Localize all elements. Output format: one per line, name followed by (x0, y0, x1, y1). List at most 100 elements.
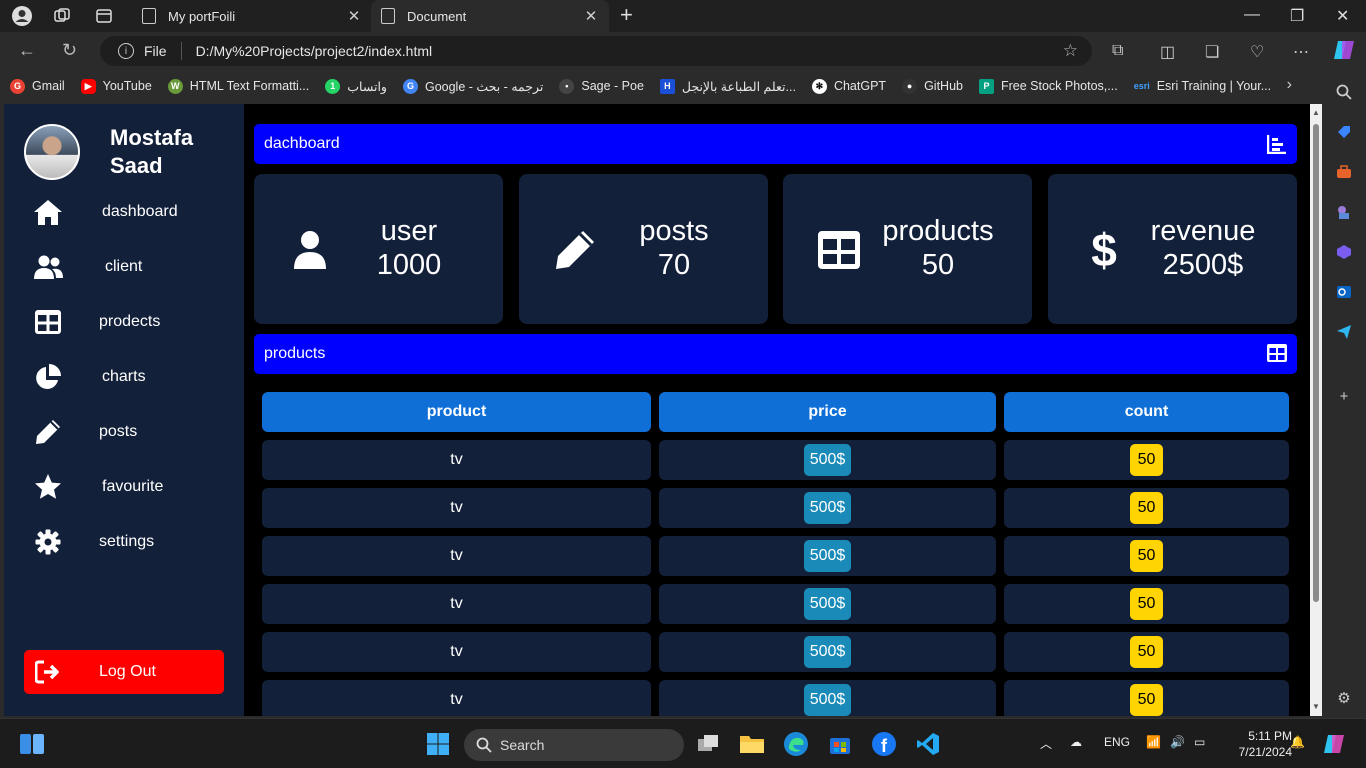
sidebar-item-charts[interactable]: charts (4, 357, 244, 397)
back-icon[interactable]: ← (18, 40, 36, 61)
page-icon (142, 8, 156, 24)
column-header-count[interactable]: count (1004, 392, 1289, 432)
price-cell: 500$ (659, 488, 996, 528)
tab-document[interactable]: Document ✕ (371, 0, 609, 32)
edge-sidebar: + ⚙ (1322, 70, 1366, 718)
scroll-down-icon[interactable]: ▼ (1312, 702, 1320, 711)
column-header-price[interactable]: price (659, 392, 996, 432)
sidebar-item-favourite[interactable]: favourite (4, 467, 244, 507)
minimize-icon[interactable]: — (1244, 6, 1260, 24)
taskbar-search[interactable]: Search (464, 729, 684, 761)
vscode-icon[interactable] (914, 730, 942, 758)
bookmark-github[interactable]: ● GitHub (902, 78, 963, 94)
collections-icon[interactable]: ❏ (1205, 42, 1219, 62)
copilot-icon[interactable] (1332, 38, 1356, 67)
tab-label: My portFoili (168, 8, 236, 24)
notifications-icon[interactable]: 🔔 (1290, 735, 1305, 749)
shopping-tag-icon[interactable] (1334, 122, 1354, 142)
scroll-up-icon[interactable]: ▲ (1312, 108, 1320, 117)
store-icon[interactable] (826, 730, 854, 758)
table-row: tv 500$ 50 (262, 584, 1289, 624)
address-bar[interactable]: i File D:/My%20Projects/project2/index.h… (100, 36, 1092, 66)
sidebar-item-posts[interactable]: posts (4, 412, 244, 452)
language-indicator[interactable]: ENG (1104, 735, 1130, 749)
wifi-icon[interactable]: 📶 (1146, 735, 1161, 749)
microsoft365-icon[interactable] (1334, 242, 1354, 262)
sidebar-item-settings[interactable]: settings (4, 522, 244, 562)
bookmark-stock-photos[interactable]: P Free Stock Photos,... (978, 78, 1118, 94)
tools-icon[interactable] (1334, 162, 1354, 182)
url-text[interactable]: D:/My%20Projects/project2/index.html (196, 43, 433, 59)
settings-gear-icon[interactable]: ⚙ (1334, 688, 1354, 708)
count-badge: 50 (1129, 492, 1164, 524)
restore-icon[interactable]: ❐ (1290, 6, 1304, 26)
file-explorer-icon[interactable] (738, 730, 766, 758)
task-view-icon[interactable] (694, 730, 722, 758)
product-cell: tv (262, 488, 651, 528)
extensions-icon[interactable]: ⧉ (1112, 42, 1123, 60)
favorite-star-icon[interactable]: ☆ (1063, 41, 1078, 61)
split-screen-icon[interactable]: ◫ (1160, 42, 1175, 62)
info-icon[interactable]: i (118, 43, 134, 59)
profile-icon[interactable] (10, 4, 34, 28)
edge-icon[interactable] (782, 730, 810, 758)
chevron-up-icon[interactable]: ︿ (1040, 735, 1052, 752)
product-cell: tv (262, 680, 651, 716)
facebook-icon[interactable]: f (870, 730, 898, 758)
more-menu-icon[interactable]: ⋯ (1293, 42, 1309, 62)
bookmark-typing[interactable]: H تعلم الطباعة بالإنجل... (659, 78, 796, 94)
sidebar-item-dashboard[interactable]: dashboard (4, 192, 244, 232)
logout-button[interactable]: Log Out (24, 650, 224, 694)
start-icon[interactable] (424, 730, 452, 758)
bookmark-google-translate[interactable]: G Google - ترجمه - بحث (402, 78, 543, 94)
workspaces-icon[interactable] (50, 4, 74, 28)
volume-icon[interactable]: 🔊 (1170, 735, 1185, 749)
bookmark-whatsapp[interactable]: 1 واتساب (325, 78, 387, 94)
games-icon[interactable] (1334, 202, 1354, 222)
stat-card-label: user (380, 215, 438, 247)
outlook-icon[interactable] (1334, 282, 1354, 302)
close-icon[interactable]: ✕ (344, 7, 364, 25)
file-label: File (144, 43, 167, 59)
column-header-product[interactable]: product (262, 392, 651, 432)
stat-card-user: user 1000 (254, 174, 503, 324)
bar-chart-icon (1266, 134, 1287, 155)
toolbar: ← ↻ i File D:/My%20Projects/project2/ind… (0, 32, 1366, 70)
clock[interactable]: 5:11 PM 7/21/2024 (1224, 728, 1292, 760)
page-scrollbar[interactable]: ▲ ▼ (1310, 104, 1322, 716)
close-icon[interactable]: ✕ (581, 7, 601, 25)
count-cell: 50 (1004, 440, 1289, 480)
stat-card-value: 50 (921, 249, 955, 281)
bookmark-gmail[interactable]: G Gmail (10, 78, 65, 94)
price-badge: 500$ (803, 588, 852, 620)
sidebar-item-prodects[interactable]: prodects (4, 302, 244, 342)
count-badge: 50 (1129, 684, 1164, 716)
search-icon (476, 737, 492, 756)
bookmark-esri[interactable]: esri Esri Training | Your... (1134, 79, 1271, 94)
bookmark-chatgpt[interactable]: ✻ ChatGPT (811, 78, 886, 94)
bookmark-html-formatting[interactable]: W HTML Text Formatti... (167, 78, 309, 94)
tab-my-portfolio[interactable]: My portFoili ✕ (132, 0, 372, 32)
table-icon (32, 306, 64, 338)
battery-icon[interactable]: ▭ (1194, 735, 1205, 749)
bookmark-poe[interactable]: • Sage - Poe (559, 78, 644, 94)
browser-essentials-icon[interactable]: ♡ (1250, 42, 1264, 62)
search-icon[interactable] (1334, 82, 1354, 102)
new-tab-button[interactable]: + (620, 2, 633, 28)
send-icon[interactable] (1334, 322, 1354, 342)
tab-actions-icon[interactable] (92, 4, 116, 28)
copilot-icon[interactable] (1320, 730, 1348, 758)
add-icon[interactable]: + (1334, 386, 1354, 406)
chevron-right-icon[interactable]: › (1287, 76, 1292, 94)
close-window-icon[interactable]: ✕ (1336, 6, 1349, 26)
products-header: products (254, 334, 1297, 374)
bookmark-youtube[interactable]: ▶ YouTube (80, 78, 152, 94)
sidebar-item-client[interactable]: client (4, 247, 244, 287)
refresh-icon[interactable]: ↻ (62, 40, 77, 61)
widgets-icon[interactable] (18, 730, 46, 758)
scrollbar-thumb[interactable] (1313, 124, 1319, 602)
weather-icon[interactable]: ☁ (1070, 735, 1082, 749)
youtube-icon: ▶ (80, 78, 96, 94)
star-icon (32, 471, 64, 503)
user-icon (286, 226, 334, 274)
